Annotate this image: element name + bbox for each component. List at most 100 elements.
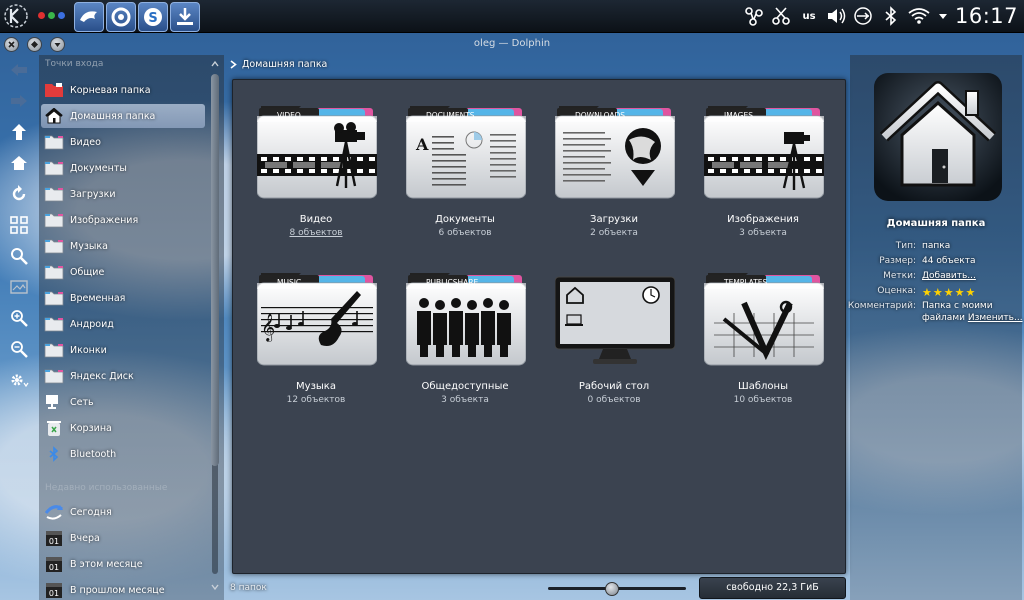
taskbar-app-icon[interactable] [106, 2, 136, 32]
wifi-icon[interactable] [906, 5, 932, 27]
recent-item-label: В прошлом месяце [70, 584, 165, 596]
zoom-slider[interactable] [548, 582, 686, 596]
info-key: Тип: [895, 241, 916, 251]
places-item[interactable]: Корзина [41, 416, 205, 440]
breadcrumb[interactable]: Домашняя папка [230, 59, 327, 70]
icons-view-button[interactable] [9, 215, 29, 235]
window-titlebar[interactable]: oleg — Dolphin [0, 35, 1024, 53]
folder-name: Музыка [296, 381, 336, 392]
add-tags-link[interactable]: Добавить... [922, 271, 976, 281]
folder-item[interactable]: VIDEO Видео 8 объектов [251, 106, 381, 241]
window-title: oleg — Dolphin [473, 38, 551, 49]
folder-name: Изображения [727, 214, 799, 225]
places-item[interactable]: Общие [41, 260, 205, 284]
folder-tab-label: VIDEO [277, 111, 301, 120]
bluetooth-tray-icon[interactable] [880, 5, 902, 27]
info-row: Тип: папка [850, 241, 1022, 255]
folder-item[interactable]: TEMPLATES Шаблоны 10 объектов [698, 273, 828, 408]
scroll-thumb[interactable] [211, 74, 219, 466]
trash-icon [44, 419, 64, 437]
places-item[interactable]: Яндекс Диск [41, 364, 205, 388]
folder-item[interactable]: IMAGES Изображения 3 объекта [698, 106, 828, 241]
keyboard-layout-indicator[interactable]: us [798, 5, 820, 27]
volume-icon[interactable] [824, 5, 848, 27]
documents-folder-icon: A DOCUMENTS [406, 106, 526, 199]
places-item-label: Временная [70, 292, 126, 304]
places-scrollbar[interactable] [209, 60, 221, 595]
tray-expand-arrow-icon[interactable] [936, 5, 950, 27]
folder-count: 6 объектов [438, 228, 492, 238]
folder-count: 0 объектов [587, 395, 641, 405]
folder-item[interactable]: PUBLICSHARE Общедоступные 3 объекта [400, 273, 530, 408]
places-item[interactable]: Временная [41, 286, 205, 310]
info-row: Размер: 44 объекта [850, 256, 1022, 270]
recent-item[interactable]: 01 Вчера [41, 526, 205, 550]
folder-item[interactable]: DOWNLOADS Загрузки 2 объекта [549, 106, 679, 241]
zoom-out-button[interactable] [9, 339, 29, 359]
places-item[interactable]: Иконки [41, 338, 205, 362]
network-manager-icon[interactable] [742, 5, 766, 27]
home-button[interactable] [9, 153, 29, 173]
music-folder-icon: 𝄞 MUSIC [257, 273, 377, 366]
calendar-day: 01 [49, 563, 59, 572]
scroll-up-arrow-icon[interactable] [211, 60, 219, 68]
edit-comment-link[interactable]: Изменить... [968, 313, 1023, 323]
red-dot-icon [38, 12, 45, 19]
taskbar-dolphin-icon[interactable] [74, 2, 104, 32]
search-button[interactable] [9, 246, 29, 266]
clock[interactable]: 16:17 [955, 4, 1018, 28]
reload-button[interactable] [9, 184, 29, 204]
folder-item[interactable]: Рабочий стол 0 объектов [549, 273, 679, 408]
zoom-handle[interactable] [605, 582, 619, 596]
back-button[interactable] [9, 60, 29, 80]
folder-name: Загрузки [590, 214, 638, 225]
document-letter: A [415, 135, 429, 154]
taskbar-download-icon[interactable] [170, 2, 200, 32]
info-key: Оценка: [877, 286, 916, 296]
file-view[interactable]: VIDEO Видео 8 объектов A DOCUMENTS Документы 6… [232, 79, 846, 574]
kde-launcher-icon[interactable] [3, 3, 29, 29]
folder-item[interactable]: A DOCUMENTS Документы 6 объектов [400, 106, 530, 241]
places-item-label: Документы [70, 162, 127, 174]
places-item-label: Сеть [70, 396, 94, 408]
breadcrumb-home[interactable]: Домашняя папка [242, 59, 327, 70]
status-folders-count: 8 папок [230, 583, 267, 593]
places-item[interactable]: Загрузки [41, 182, 205, 206]
recent-header: Недавно использованные [45, 483, 168, 493]
places-item[interactable]: Изображения [41, 208, 205, 232]
information-panel: Домашняя папка Тип: папка Размер: 44 объект… [848, 55, 1023, 600]
places-item[interactable]: Видео [41, 130, 205, 154]
places-item[interactable]: Документы [41, 156, 205, 180]
recent-item-label: В этом месяце [70, 558, 143, 570]
places-item[interactable]: Bluetooth [41, 442, 205, 466]
rating-stars[interactable]: ★★★★★ [922, 286, 976, 299]
places-item[interactable]: Андроид [41, 312, 205, 336]
places-item-label: Bluetooth [70, 448, 117, 460]
free-space-indicator[interactable]: свободно 22,3 ГиБ [699, 577, 846, 599]
folder-name: Шаблоны [738, 381, 788, 392]
folder-item[interactable]: 𝄞 MUSIC Музыка 12 объектов [251, 273, 381, 408]
free-space-label: свободно 22,3 ГиБ [726, 582, 819, 593]
settings-gear-button[interactable] [9, 370, 29, 390]
scroll-down-arrow-icon[interactable] [211, 583, 219, 591]
folder-tab-label: DOCUMENTS [426, 111, 475, 120]
recent-item[interactable]: 01 В прошлом месяце [41, 578, 205, 600]
places-item[interactable]: Сеть [41, 390, 205, 414]
activity-dots[interactable] [38, 12, 65, 19]
recent-item[interactable]: 01 В этом месяце [41, 552, 205, 576]
up-button[interactable] [9, 122, 29, 142]
places-item-label: Яндекс Диск [70, 370, 134, 382]
zoom-in-button[interactable] [9, 308, 29, 328]
usb-device-icon[interactable] [852, 5, 874, 27]
recent-item[interactable]: Сегодня [41, 500, 205, 524]
places-item[interactable]: Музыка [41, 234, 205, 258]
preview-toggle-button[interactable] [9, 277, 29, 297]
calendar-icon: 01 [44, 581, 64, 599]
places-item[interactable]: Корневая папка [41, 78, 205, 102]
places-item[interactable]: Домашняя папка [41, 104, 205, 128]
forward-button[interactable] [9, 91, 29, 111]
taskbar-skype-icon[interactable]: S [138, 2, 168, 32]
places-item-label: Домашняя папка [70, 110, 156, 122]
scissors-icon[interactable] [770, 5, 792, 27]
folder-count: 8 объектов [289, 228, 343, 238]
